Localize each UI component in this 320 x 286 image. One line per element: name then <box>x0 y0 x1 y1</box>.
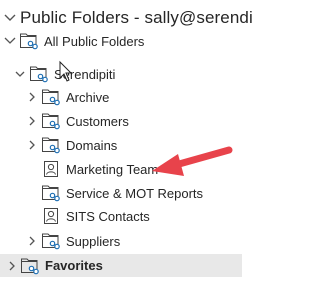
tree-item-marketing-team[interactable]: Marketing Team <box>0 158 253 180</box>
public-folder-icon <box>41 136 61 154</box>
tree-item-label: Archive <box>66 89 110 105</box>
favorites-header[interactable]: Favorites <box>0 254 242 277</box>
tree-item-archive[interactable]: Archive <box>0 86 253 108</box>
chevron-down-icon[interactable] <box>3 11 17 25</box>
chevron-down-icon[interactable] <box>3 34 17 48</box>
tree-item-label: Customers <box>66 113 129 129</box>
tree-item-label: Suppliers <box>66 233 121 249</box>
chevron-down-icon[interactable] <box>13 67 27 81</box>
tree-item-label: Serendipiti <box>54 66 116 82</box>
public-folders-title: Public Folders - sally@serendi <box>20 8 253 27</box>
public-folders-header[interactable]: Public Folders - sally@serendi <box>0 6 253 30</box>
public-folder-icon <box>41 184 61 202</box>
public-folder-icon <box>20 257 40 275</box>
contact-folder-icon <box>41 160 61 178</box>
tree-item-suppliers[interactable]: Suppliers <box>0 230 253 252</box>
chevron-right-icon[interactable] <box>25 234 39 248</box>
tree-item-label: Service & MOT Reports <box>66 185 204 201</box>
public-folder-icon <box>29 65 49 83</box>
tree-item-all-public-folders[interactable]: All Public Folders <box>0 30 253 52</box>
tree-item-label: All Public Folders <box>44 33 145 49</box>
public-folder-icon <box>41 88 61 106</box>
contact-folder-icon <box>41 207 61 225</box>
tree-item-label: Domains <box>66 137 118 153</box>
chevron-right-icon[interactable] <box>25 138 39 152</box>
chevron-right-icon[interactable] <box>5 259 19 273</box>
tree-item-customers[interactable]: Customers <box>0 110 253 132</box>
tree-item-serendipiti[interactable]: Serendipiti <box>0 63 253 85</box>
tree-item-label: Marketing Team <box>66 161 159 177</box>
tree-item-sits-contacts[interactable]: SITS Contacts <box>0 205 253 227</box>
chevron-right-icon[interactable] <box>25 114 39 128</box>
tree-item-service-mot-reports[interactable]: Service & MOT Reports <box>0 182 253 204</box>
tree-item-label: Favorites <box>45 258 103 273</box>
chevron-right-icon[interactable] <box>25 90 39 104</box>
public-folder-icon <box>41 232 61 250</box>
public-folder-icon <box>41 112 61 130</box>
tree-item-domains[interactable]: Domains <box>0 134 253 156</box>
public-folder-icon <box>19 32 39 50</box>
tree-item-label: SITS Contacts <box>66 208 150 224</box>
